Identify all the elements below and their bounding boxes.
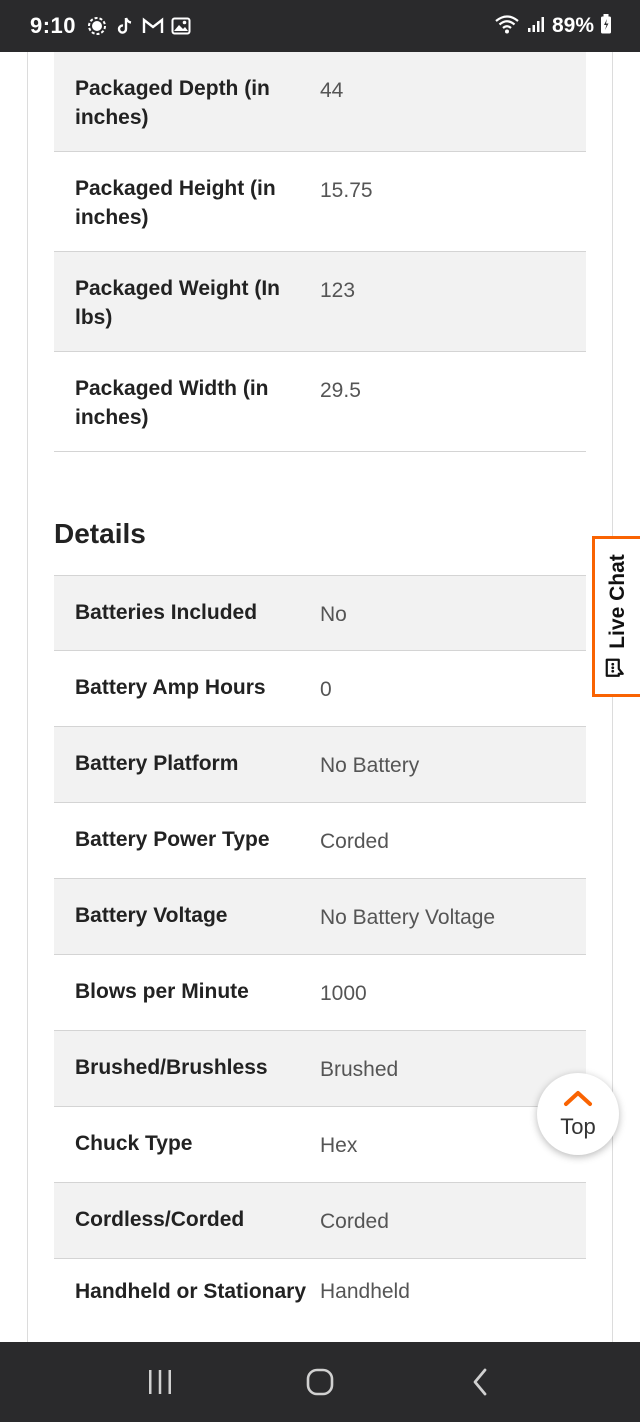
spec-label: Battery Voltage [75,904,228,927]
spec-value: 123 [320,279,356,302]
back-to-top-button[interactable]: Top [537,1073,619,1155]
spec-label: Packaged Weight (In lbs) [75,277,280,329]
chat-bubble-icon [604,657,631,679]
battery-percent: 89% [551,14,594,37]
spec-label: Battery Platform [75,752,239,775]
table-row: Battery Voltage No Battery Voltage [54,879,586,955]
details-table: Batteries Included No Battery Amp Hours … [54,575,586,1342]
spec-value: 1000 [320,982,367,1005]
spec-label: Batteries Included [75,601,258,624]
table-row: Chuck Type Hex [54,1107,586,1183]
spec-label: Packaged Depth (in inches) [75,77,270,129]
table-row: Packaged Width (in inches) 29.5 [54,352,586,452]
spec-value: 44 [320,79,344,102]
spec-label: Packaged Width (in inches) [75,377,269,429]
spec-value: Corded [320,830,389,853]
table-row: Battery Amp Hours 0 [54,651,586,727]
spec-label: Chuck Type [75,1132,193,1155]
table-row: Packaged Depth (in inches) 44 [54,52,586,152]
gallery-icon [170,15,192,37]
spec-label: Handheld or Stationary [75,1280,307,1303]
gmail-icon [142,15,164,37]
wifi-icon [494,14,520,39]
spec-label: Brushed/Brushless [75,1056,268,1079]
tiktok-icon [114,15,136,37]
table-row: Handheld or Stationary Handheld [54,1259,586,1342]
spec-label: Blows per Minute [75,980,249,1003]
content-border-left [27,52,28,1342]
table-row: Packaged Weight (In lbs) 123 [54,252,586,352]
table-row: Blows per Minute 1000 [54,955,586,1031]
spec-value: 29.5 [320,379,361,402]
live-chat-content: Live Chat [604,554,631,679]
table-row: Brushed/Brushless Brushed [54,1031,586,1107]
spec-value: No Battery Voltage [320,906,496,929]
spec-value: 15.75 [320,179,373,202]
notification-icons [86,15,192,37]
spec-value: Corded [320,1210,389,1233]
content-border-right [612,52,613,1342]
status-right: 89% [494,13,612,39]
signal-app-icon [86,15,108,37]
table-row: Batteries Included No [54,575,586,651]
spec-value: 0 [320,678,332,701]
system-nav-bar [0,1342,640,1422]
spec-label: Battery Amp Hours [75,676,266,699]
details-heading: Details [54,518,146,549]
table-row: Cordless/Corded Corded [54,1183,586,1259]
home-icon[interactable] [290,1352,350,1412]
chevron-up-icon [563,1089,593,1112]
table-row: Packaged Height (in inches) 15.75 [54,152,586,252]
spec-label: Packaged Height (in inches) [75,177,276,229]
status-bar: 9:10 89% [0,0,640,52]
status-time: 9:10 [30,13,77,38]
live-chat-label: Live Chat [605,554,629,649]
spec-label: Battery Power Type [75,828,270,851]
table-row: Battery Platform No Battery [54,727,586,803]
back-to-top-label: Top [560,1113,596,1139]
spec-value: Handheld [320,1280,410,1303]
battery-icon [600,13,612,39]
table-row: Battery Power Type Corded [54,803,586,879]
spec-value: No [320,603,347,626]
recent-apps-icon[interactable] [130,1352,190,1412]
live-chat-button[interactable]: Live Chat [592,536,640,697]
spec-value: No Battery [320,754,420,777]
cell-signal-icon [526,15,546,38]
spec-label: Cordless/Corded [75,1208,245,1231]
product-specifications-page: Packaged Depth (in inches) 44 Packaged H… [0,52,640,1342]
packaged-dimensions-table: Packaged Depth (in inches) 44 Packaged H… [54,52,586,452]
back-icon[interactable] [450,1352,510,1412]
